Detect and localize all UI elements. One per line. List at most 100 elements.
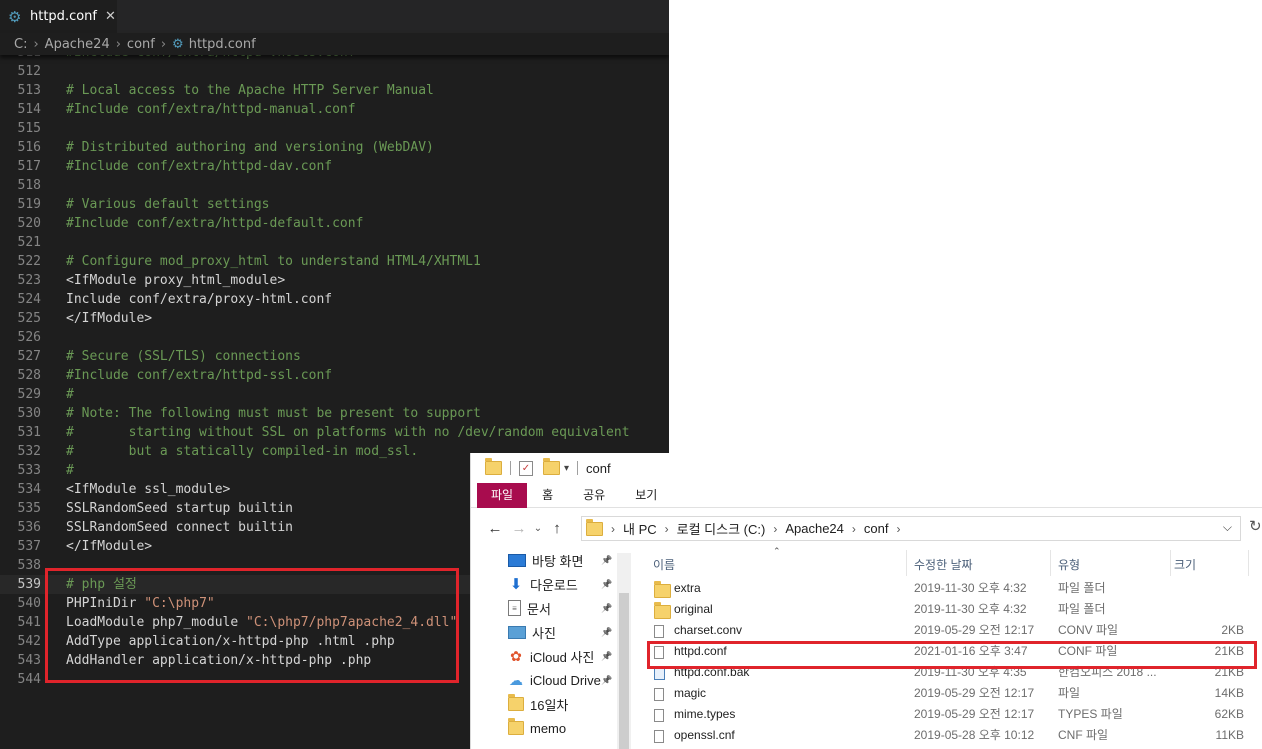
code-line[interactable]: 526 bbox=[0, 328, 669, 347]
tab-share[interactable]: 공유 bbox=[568, 483, 620, 508]
code-line[interactable]: 529 # bbox=[0, 385, 669, 404]
chevron-down-icon[interactable]: ⌵ bbox=[1223, 520, 1232, 535]
line-number: 538 bbox=[17, 558, 41, 573]
chevron-right-icon: › bbox=[33, 36, 39, 52]
file-row[interactable]: magic 2019-05-29 오전 12:17 파일 14KB bbox=[643, 683, 1262, 704]
code-line[interactable]: 520 #Include conf/extra/httpd-default.con… bbox=[0, 214, 669, 233]
code-line[interactable]: 523 <IfModule proxy_html_module> bbox=[0, 271, 669, 290]
forward-arrow-icon[interactable]: → bbox=[507, 520, 531, 537]
address-segment[interactable]: 내 PC bbox=[623, 519, 657, 538]
code-line[interactable]: 527 # Secure (SSL/TLS) connections bbox=[0, 347, 669, 366]
up-arrow-icon[interactable]: ↑ bbox=[545, 520, 569, 537]
chevron-right-icon: › bbox=[160, 36, 167, 52]
file-row[interactable]: openssl.cnf 2019-05-28 오후 10:12 CNF 파일 11KB bbox=[643, 725, 1262, 746]
pin-icon[interactable]: 📌 bbox=[601, 675, 612, 686]
chevron-right-icon[interactable]: › bbox=[773, 522, 777, 536]
file-row[interactable]: original 2019-11-30 오후 4:32 파일 폴더 bbox=[643, 599, 1262, 620]
code-line[interactable]: 524 Include conf/extra/proxy-html.conf bbox=[0, 290, 669, 309]
file-name: charset.conv bbox=[674, 623, 743, 637]
dropdown-icon[interactable]: ▾ bbox=[564, 463, 569, 474]
nav-item[interactable]: 16일차 bbox=[471, 692, 631, 716]
close-icon[interactable]: ✕ bbox=[105, 9, 116, 24]
nav-item-label: iCloud Drive bbox=[530, 672, 601, 688]
code-line[interactable]: 531 # starting without SSL on platforms w… bbox=[0, 423, 669, 442]
nav-item[interactable]: memo bbox=[471, 716, 631, 740]
nav-item[interactable]: 바탕 화면 📌 bbox=[471, 548, 631, 572]
properties-icon[interactable]: ✓ bbox=[519, 460, 533, 476]
code-line[interactable]: 516 # Distributed authoring and versionin… bbox=[0, 138, 669, 157]
divider bbox=[577, 461, 579, 475]
code-line[interactable]: 518 bbox=[0, 176, 669, 195]
pin-icon[interactable]: 📌 bbox=[601, 579, 612, 590]
nav-item[interactable]: 사진 📌 bbox=[471, 620, 631, 644]
address-bar[interactable]: › 내 PC › 로컬 디스크 (C:) › Apache24 › conf ›… bbox=[581, 516, 1241, 541]
folder-icon bbox=[586, 518, 603, 536]
line-number: 520 bbox=[17, 216, 41, 231]
breadcrumb-item[interactable]: C: bbox=[14, 37, 27, 52]
pin-icon[interactable]: 📌 bbox=[601, 603, 612, 614]
chevron-right-icon[interactable]: › bbox=[852, 522, 856, 536]
file-row[interactable]: charset.conv 2019-05-29 오전 12:17 CONV 파일 2K… bbox=[643, 620, 1262, 641]
address-segment[interactable]: Apache24 bbox=[785, 521, 844, 536]
chevron-right-icon[interactable]: › bbox=[896, 522, 900, 536]
breadcrumb-item[interactable]: Apache24 bbox=[45, 37, 110, 52]
column-type[interactable]: 유형 bbox=[1058, 556, 1080, 573]
chevron-right-icon[interactable]: › bbox=[611, 522, 615, 536]
file-name: magic bbox=[674, 686, 707, 700]
pin-icon[interactable]: 📌 bbox=[601, 627, 612, 638]
line-number: 512 bbox=[17, 64, 41, 79]
tab-home[interactable]: 홈 bbox=[527, 483, 568, 508]
folder-icon bbox=[485, 458, 502, 475]
column-size[interactable]: 크기 bbox=[1174, 556, 1196, 573]
file-row[interactable]: mime.types 2019-05-29 오전 12:17 TYPES 파일 62K… bbox=[643, 704, 1262, 725]
refresh-icon[interactable]: ↻ bbox=[1249, 517, 1262, 535]
address-segment[interactable]: 로컬 디스크 (C:) bbox=[677, 519, 766, 538]
new-folder-icon[interactable] bbox=[543, 458, 560, 475]
code-line[interactable]: 522 # Configure mod_proxy_html to underst… bbox=[0, 252, 669, 271]
line-number: 516 bbox=[17, 140, 41, 155]
line-number: 533 bbox=[17, 463, 41, 478]
code-line[interactable]: 521 bbox=[0, 233, 669, 252]
code-line[interactable]: 519 # Various default settings bbox=[0, 195, 669, 214]
code-line[interactable]: 528 #Include conf/extra/httpd-ssl.conf bbox=[0, 366, 669, 385]
chevron-right-icon[interactable]: › bbox=[665, 522, 669, 536]
column-date[interactable]: 수정한 날짜 bbox=[914, 556, 973, 573]
column-name[interactable]: 이름 bbox=[653, 556, 675, 573]
file-type: CONV 파일 bbox=[1058, 623, 1119, 637]
nav-item[interactable]: ⬇ 다운로드 📌 bbox=[471, 572, 631, 596]
scrollbar-thumb[interactable] bbox=[619, 593, 629, 749]
code-token: # bbox=[66, 463, 74, 478]
code-line[interactable]: 525 </IfModule> bbox=[0, 309, 669, 328]
code-line[interactable]: 530 # Note: The following must must be pr… bbox=[0, 404, 669, 423]
breadcrumb-item[interactable]: httpd.conf bbox=[189, 37, 256, 52]
line-number: 537 bbox=[17, 539, 41, 554]
icloud-photos-icon: ✿ bbox=[510, 647, 522, 664]
nav-item[interactable]: ✿ iCloud 사진 📌 bbox=[471, 644, 631, 668]
code-line[interactable]: 517 #Include conf/extra/httpd-dav.conf bbox=[0, 157, 669, 176]
file-row[interactable]: extra 2019-11-30 오후 4:32 파일 폴더 bbox=[643, 578, 1262, 599]
nav-item[interactable]: ☁ iCloud Drive 📌 bbox=[471, 668, 631, 692]
code-line[interactable]: 513 # Local access to the Apache HTTP Ser… bbox=[0, 81, 669, 100]
nav-item[interactable]: ≡ 문서 📌 bbox=[471, 596, 631, 620]
pin-icon[interactable]: 📌 bbox=[601, 651, 612, 662]
code-token: # Configure mod_proxy_html to understand… bbox=[66, 254, 481, 269]
code-token: Include conf/extra/proxy-html.conf bbox=[66, 292, 333, 307]
address-segment[interactable]: conf bbox=[864, 521, 889, 536]
pin-icon[interactable]: 📌 bbox=[601, 555, 612, 566]
breadcrumb-item[interactable]: conf bbox=[127, 37, 155, 52]
file-size: 2KB bbox=[1221, 623, 1244, 637]
tab-file[interactable]: 파일 bbox=[477, 482, 528, 508]
code-line[interactable]: 512 bbox=[0, 62, 669, 81]
highlight-box-httpd-conf bbox=[647, 641, 1257, 669]
back-arrow-icon[interactable]: ← bbox=[483, 520, 507, 537]
tab-title: httpd.conf bbox=[30, 9, 97, 24]
nav-scrollbar[interactable] bbox=[617, 553, 631, 749]
line-number: 535 bbox=[17, 501, 41, 516]
tab-httpd-conf[interactable]: ⚙ httpd.conf ✕ bbox=[0, 0, 117, 33]
tab-view[interactable]: 보기 bbox=[620, 483, 672, 508]
code-line[interactable]: 515 bbox=[0, 119, 669, 138]
code-line[interactable]: 514 #Include conf/extra/httpd-manual.conf bbox=[0, 100, 669, 119]
recent-dropdown-icon[interactable]: ⌄ bbox=[531, 523, 545, 534]
code-token: # Secure (SSL/TLS) connections bbox=[66, 349, 301, 364]
file-type: CNF 파일 bbox=[1058, 728, 1109, 742]
